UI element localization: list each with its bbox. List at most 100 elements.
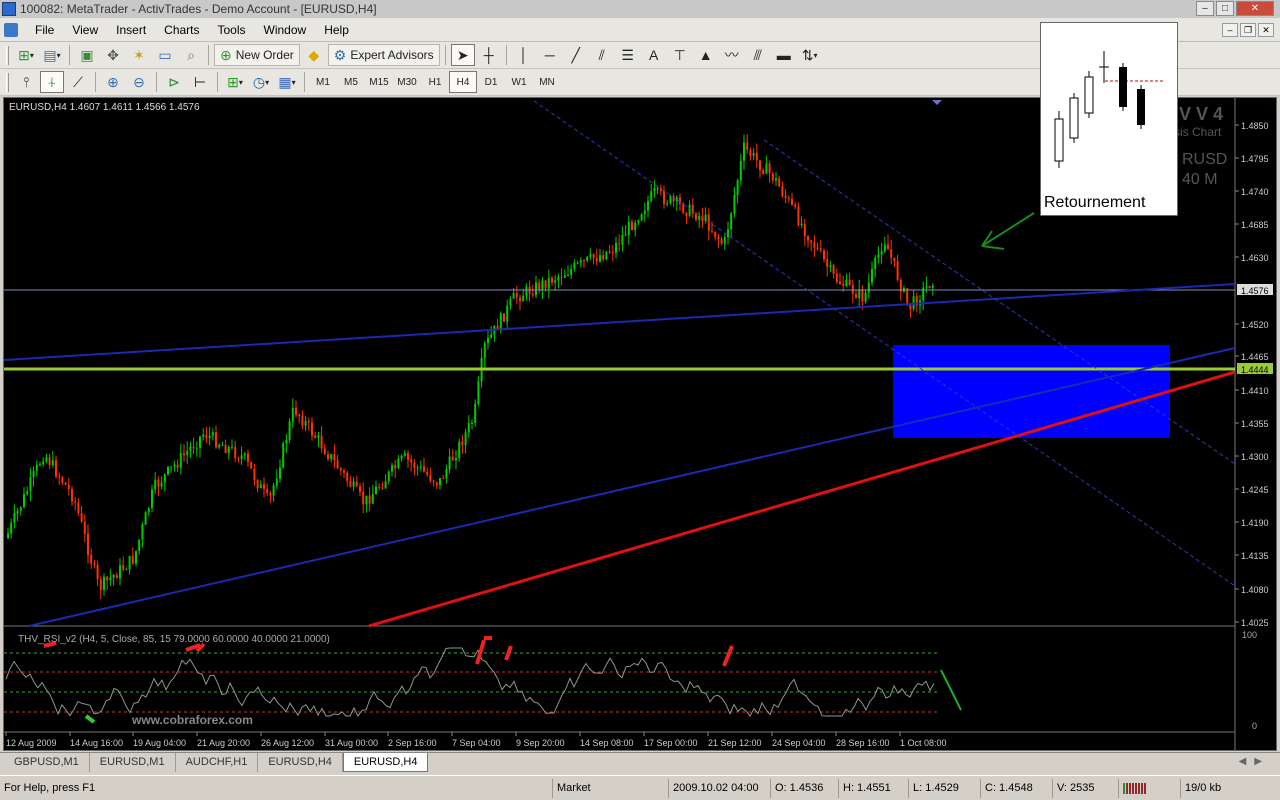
timeframe-m15[interactable]: M15 <box>365 71 393 93</box>
menu-view[interactable]: View <box>63 23 107 37</box>
candle-body <box>330 454 333 459</box>
candle-body <box>531 293 534 296</box>
chart-shift-icon[interactable]: ⊢ <box>188 71 212 93</box>
time-label: 1 Oct 08:00 <box>900 738 947 748</box>
menu-window[interactable]: Window <box>255 23 316 37</box>
cobraforex-watermark: www.cobraforex.com <box>131 713 253 727</box>
menu-charts[interactable]: Charts <box>155 23 208 37</box>
zoom-out-icon[interactable]: ⊖ <box>127 71 151 93</box>
timeframe-h1[interactable]: H1 <box>421 71 449 93</box>
fibonacci-icon[interactable]: ☰ <box>616 44 640 66</box>
candle-body <box>314 435 317 438</box>
candle-body <box>567 275 569 277</box>
timeframe-d1[interactable]: D1 <box>477 71 505 93</box>
candle-body <box>160 482 163 487</box>
metaeditor-icon[interactable]: ◆ <box>302 44 326 66</box>
menu-tools[interactable]: Tools <box>209 23 255 37</box>
timeframe-m30[interactable]: M30 <box>393 71 421 93</box>
templates-icon[interactable]: ▦ ▾ <box>275 71 299 93</box>
timeframe-w1[interactable]: W1 <box>505 71 533 93</box>
text-label-icon[interactable]: ⊤ <box>668 44 692 66</box>
arrow-up-icon[interactable]: ▲ <box>694 44 718 66</box>
horizontal-line-icon[interactable]: ─ <box>538 44 562 66</box>
text-icon[interactable]: A <box>642 44 666 66</box>
menu-help[interactable]: Help <box>315 23 358 37</box>
toolbar-separator <box>95 72 96 92</box>
market-watch-icon[interactable]: ▣ <box>75 44 99 66</box>
bar-chart-icon[interactable]: ⫯ <box>14 71 38 93</box>
auto-scroll-icon[interactable]: ⊳ <box>162 71 186 93</box>
candle-body <box>291 407 294 422</box>
vertical-line-icon[interactable]: │ <box>512 44 536 66</box>
chart-shift-marker-icon[interactable] <box>932 100 942 105</box>
menu-insert[interactable]: Insert <box>107 23 155 37</box>
price-label: 1.4850 <box>1241 121 1269 131</box>
chart-tabs-bar: GBPUSD,M1 EURUSD,M1 AUDCHF,H1 EURUSD,H4 … <box>0 752 1280 774</box>
document-icon[interactable] <box>4 22 18 37</box>
time-label: 21 Aug 20:00 <box>197 738 250 748</box>
fibo-fan-icon[interactable]: ⫻ <box>746 44 770 66</box>
timeframe-mn[interactable]: MN <box>533 71 561 93</box>
candlestick-icon[interactable]: ⍭ <box>40 71 64 93</box>
mdi-restore-button[interactable]: ❐ <box>1240 23 1256 37</box>
tester-icon[interactable]: ⌕ <box>179 44 203 66</box>
candle-body <box>122 565 125 570</box>
maximize-button[interactable]: □ <box>1216 1 1234 16</box>
candle-body <box>426 471 429 475</box>
line-chart-icon[interactable]: ⟋ <box>66 71 90 93</box>
indicators-icon[interactable]: ⊞ ▾ <box>223 71 247 93</box>
candle-body <box>855 293 857 298</box>
rectangle-icon[interactable]: ▬ <box>772 44 796 66</box>
tab-eurusd-h4-2[interactable]: EURUSD,H4 <box>342 753 429 772</box>
equidistant-channel-icon[interactable]: ⫽ <box>590 44 614 66</box>
minimize-button[interactable]: ‒ <box>1196 1 1214 16</box>
tab-eurusd-m1[interactable]: EURUSD,M1 <box>90 753 176 772</box>
candles-layer <box>7 134 934 600</box>
candle-body <box>151 489 153 508</box>
target-zone-rectangle[interactable] <box>893 345 1170 438</box>
mdi-minimize-button[interactable]: ‒ <box>1222 23 1238 37</box>
mdi-close-button[interactable]: ✕ <box>1258 23 1274 37</box>
tab-audchf-h1[interactable]: AUDCHF,H1 <box>176 753 259 772</box>
expert-advisors-icon: ⚙ <box>333 47 347 63</box>
navigator-icon[interactable]: ✥ <box>101 44 125 66</box>
cursor-icon[interactable]: ➤ <box>450 44 475 66</box>
profiles-icon[interactable]: ▤ ▾ <box>40 44 64 66</box>
candle-body <box>778 178 781 187</box>
candle-body <box>147 507 150 513</box>
folder-icon[interactable]: ✶ <box>127 44 151 66</box>
time-label: 21 Sep 12:00 <box>708 738 762 748</box>
timeframe-m1[interactable]: M1 <box>309 71 337 93</box>
lower-trendline[interactable] <box>28 347 1236 627</box>
candle-body <box>595 258 598 262</box>
timeframe-m5[interactable]: M5 <box>337 71 365 93</box>
tab-gbpusd-m1[interactable]: GBPUSD,M1 <box>4 753 90 772</box>
tab-eurusd-h4-1[interactable]: EURUSD,H4 <box>258 753 343 772</box>
new-chart-icon[interactable]: ⊞ ▾ <box>14 44 38 66</box>
arrows-dropdown-icon[interactable]: ⇅ ▾ <box>798 44 822 66</box>
candle-body <box>877 254 880 258</box>
trendline-icon[interactable]: ╱ <box>564 44 588 66</box>
time-label: 12 Aug 2009 <box>6 738 57 748</box>
candle-body <box>237 458 240 460</box>
tab-scroll-arrows[interactable]: ◀▶ <box>1239 756 1270 767</box>
periods-icon[interactable]: ◷ ▾ <box>249 71 273 93</box>
expert-advisors-button[interactable]: ⚙ Expert Advisors <box>327 44 440 66</box>
status-traffic: 19/0 kb <box>1180 778 1240 798</box>
timeframe-h4[interactable]: H4 <box>449 71 477 93</box>
new-order-button[interactable]: ⊕ New Order <box>214 44 300 66</box>
close-button[interactable]: ✕ <box>1236 1 1274 16</box>
menu-file[interactable]: File <box>26 23 63 37</box>
candle-body <box>183 453 185 455</box>
candle-body <box>762 170 765 174</box>
crosshair-icon[interactable]: ┼ <box>477 44 501 66</box>
candle-body <box>96 564 99 579</box>
zoom-in-icon[interactable]: ⊕ <box>101 71 125 93</box>
price-axis: 1.4850 1.4795 1.4740 1.4685 1.4630 1.4576 1.45… <box>1235 121 1273 628</box>
connection-status-icon[interactable] <box>1118 778 1180 798</box>
terminal-icon[interactable]: ▭ <box>153 44 177 66</box>
candle-body <box>400 455 403 459</box>
candle-body <box>298 414 301 417</box>
red-trendline[interactable] <box>368 370 1236 628</box>
gann-icon[interactable]: 〰 <box>720 44 744 66</box>
